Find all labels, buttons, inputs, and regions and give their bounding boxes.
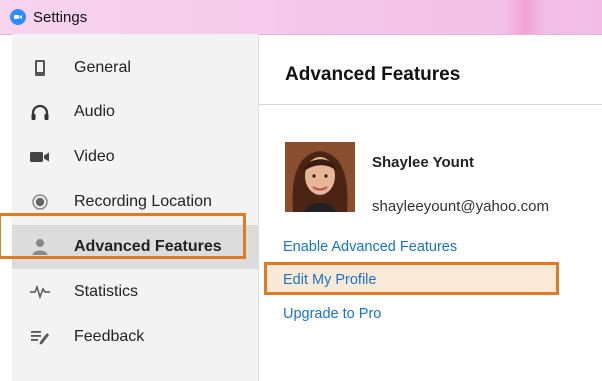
- sidebar-item-feedback[interactable]: Feedback: [12, 315, 258, 359]
- titlebar-glow: [505, 0, 545, 34]
- avatar: [285, 142, 355, 212]
- phone-icon: [30, 58, 50, 78]
- sidebar-item-audio[interactable]: Audio: [12, 90, 258, 134]
- upgrade-to-pro-link[interactable]: Upgrade to Pro: [283, 306, 381, 322]
- sidebar-item-label: Statistics: [74, 283, 139, 300]
- sidebar-item-label: General: [74, 59, 131, 76]
- sidebar-item-label: Recording Location: [74, 193, 212, 210]
- pulse-icon: [30, 282, 50, 302]
- video-camera-icon: [30, 147, 50, 167]
- zoom-app-icon: [10, 9, 26, 25]
- sidebar-item-statistics[interactable]: Statistics: [12, 270, 258, 314]
- sidebar-item-label: Video: [74, 148, 115, 165]
- page-title: Advanced Features: [285, 64, 461, 85]
- record-icon: [30, 192, 50, 212]
- main-content: Advanced Features Shaylee Yount shayleey…: [259, 34, 602, 381]
- sidebar-item-label: Feedback: [74, 328, 145, 345]
- title-bar: Settings: [0, 0, 602, 35]
- sidebar-highlight-box: [0, 213, 246, 259]
- settings-sidebar: General Audio Video Recording Location A…: [12, 34, 259, 381]
- sidebar-item-video[interactable]: Video: [12, 135, 258, 179]
- profile-name: Shaylee Yount: [372, 154, 474, 171]
- sidebar-item-general[interactable]: General: [12, 46, 258, 90]
- window-title: Settings: [33, 8, 88, 26]
- edit-my-profile-link[interactable]: Edit My Profile: [283, 272, 376, 288]
- headphones-icon: [30, 102, 50, 122]
- profile-email: shayleeyount@yahoo.com: [372, 198, 549, 215]
- sidebar-item-label: Audio: [74, 103, 115, 120]
- enable-advanced-features-link[interactable]: Enable Advanced Features: [283, 239, 457, 255]
- title-divider: [259, 104, 602, 105]
- feedback-icon: [30, 327, 50, 347]
